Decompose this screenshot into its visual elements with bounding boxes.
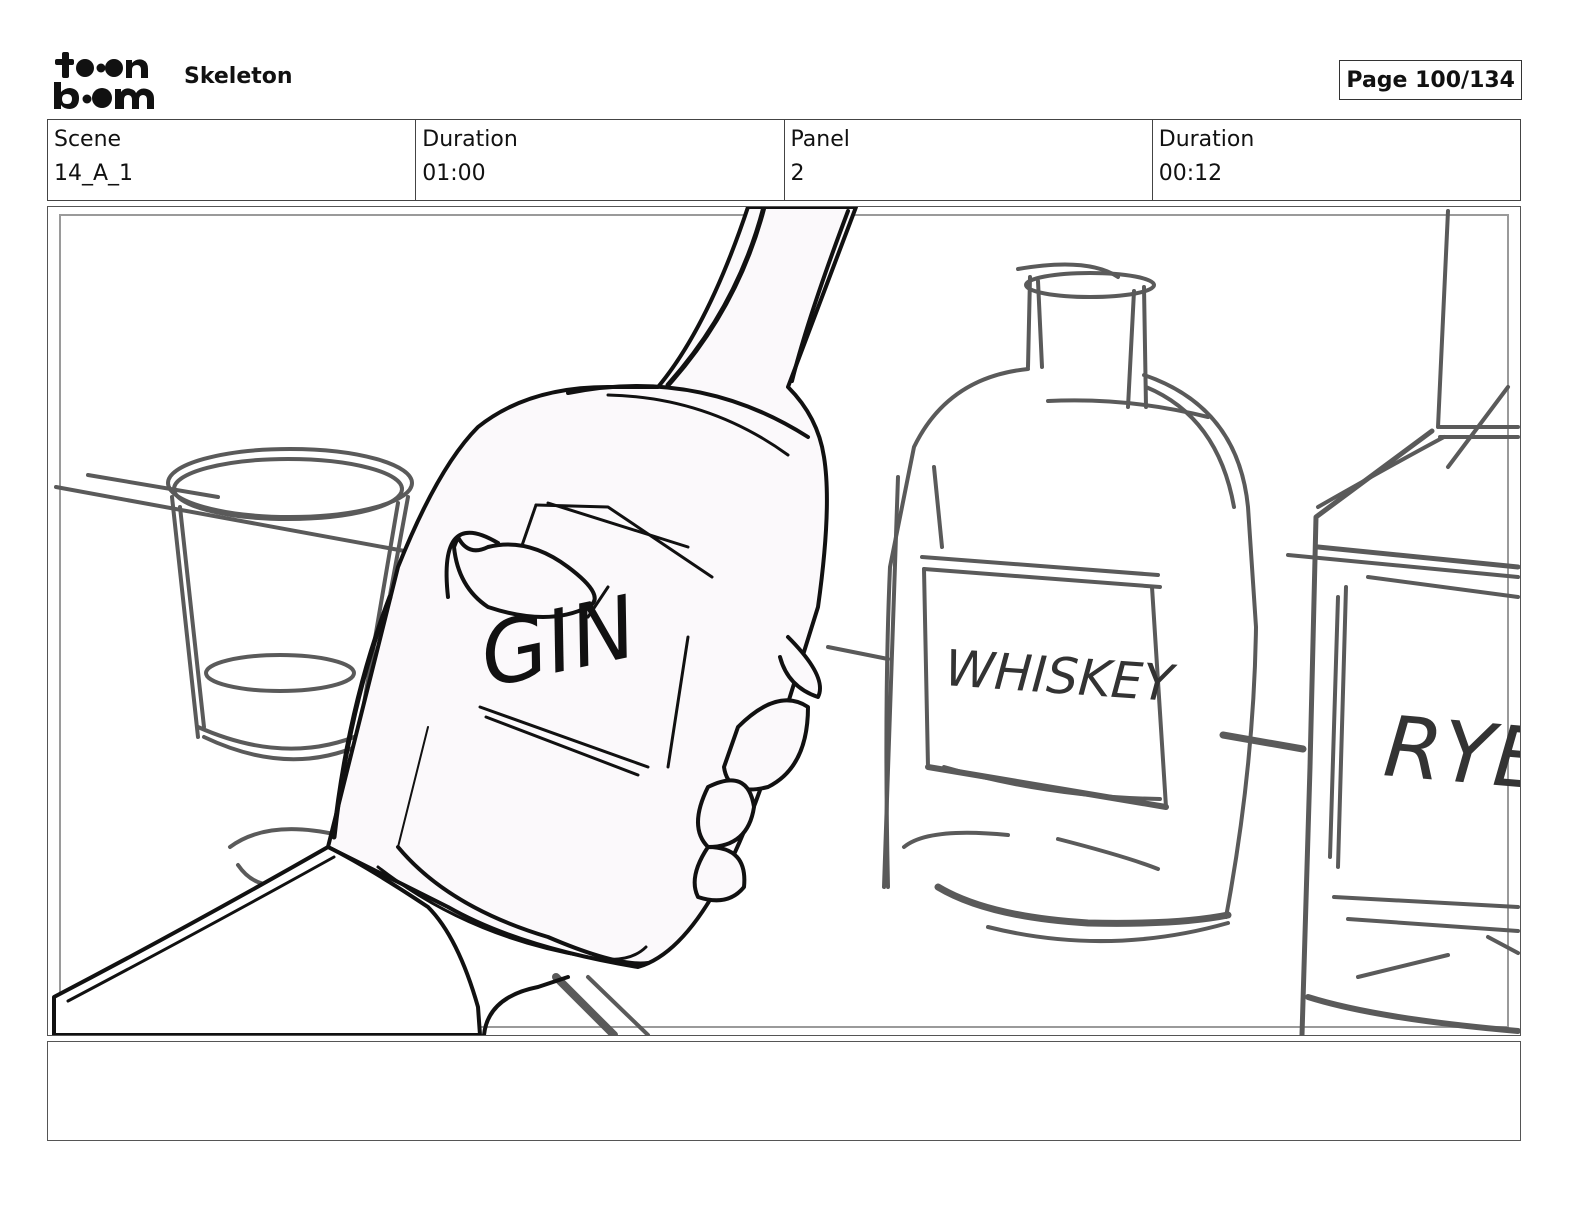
rye-label-text: RYE <box>1380 697 1520 809</box>
storyboard-panel-image: GIN WHISKEY RYE <box>47 206 1521 1036</box>
panel-duration-label: Duration <box>1158 127 1255 152</box>
panel-label: Panel <box>790 127 850 152</box>
panel-notes-box <box>47 1041 1521 1141</box>
panel-duration-cell: Duration 00:12 <box>1153 120 1520 200</box>
panel-sketch: GIN WHISKEY RYE <box>52 207 1520 1035</box>
scene-duration-value: 01:00 <box>422 161 486 186</box>
project-title: Skeleton <box>184 64 293 89</box>
counter-edge-middle <box>826 645 890 661</box>
rye-bottle <box>1286 209 1520 1035</box>
page-number: Page 100/134 <box>1339 60 1522 100</box>
panel-cell: Panel 2 <box>785 120 1153 200</box>
glass-ring <box>228 827 340 849</box>
toon-boom-logo <box>54 52 154 109</box>
gin-bottle <box>52 207 858 1035</box>
panel-duration-value: 00:12 <box>1158 161 1223 186</box>
panel-value: 2 <box>790 161 805 186</box>
scene-info-table: Scene 14_A_1 Duration 01:00 Panel 2 Dura… <box>47 119 1521 201</box>
scene-cell: Scene 14_A_1 <box>48 120 417 200</box>
scene-label: Scene <box>54 127 122 152</box>
counter-edge-right <box>1219 731 1307 753</box>
scene-duration-cell: Duration 01:00 <box>416 120 785 200</box>
scene-value: 14_A_1 <box>54 161 134 186</box>
whiskey-label-text: WHISKEY <box>943 639 1178 713</box>
whiskey-bottle <box>882 262 1258 943</box>
scene-duration-label: Duration <box>422 127 518 152</box>
